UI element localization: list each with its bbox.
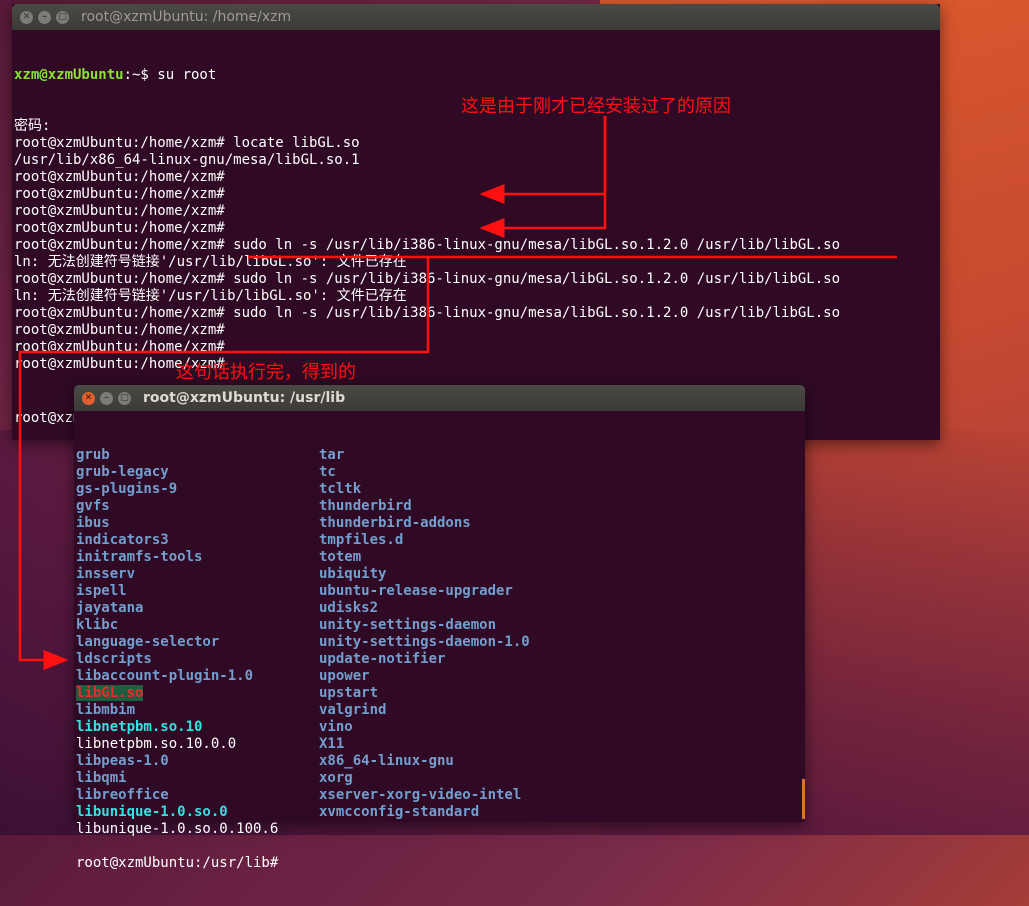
arrow-line (479, 116, 607, 204)
terminal-line: root@xzmUbuntu:/usr/lib# (76, 855, 803, 872)
arrow-line (18, 257, 430, 670)
prompt: root@xzmUbuntu:/usr/lib# (76, 855, 279, 871)
annotation-arrows (18, 116, 897, 670)
arrow-line (479, 116, 607, 238)
